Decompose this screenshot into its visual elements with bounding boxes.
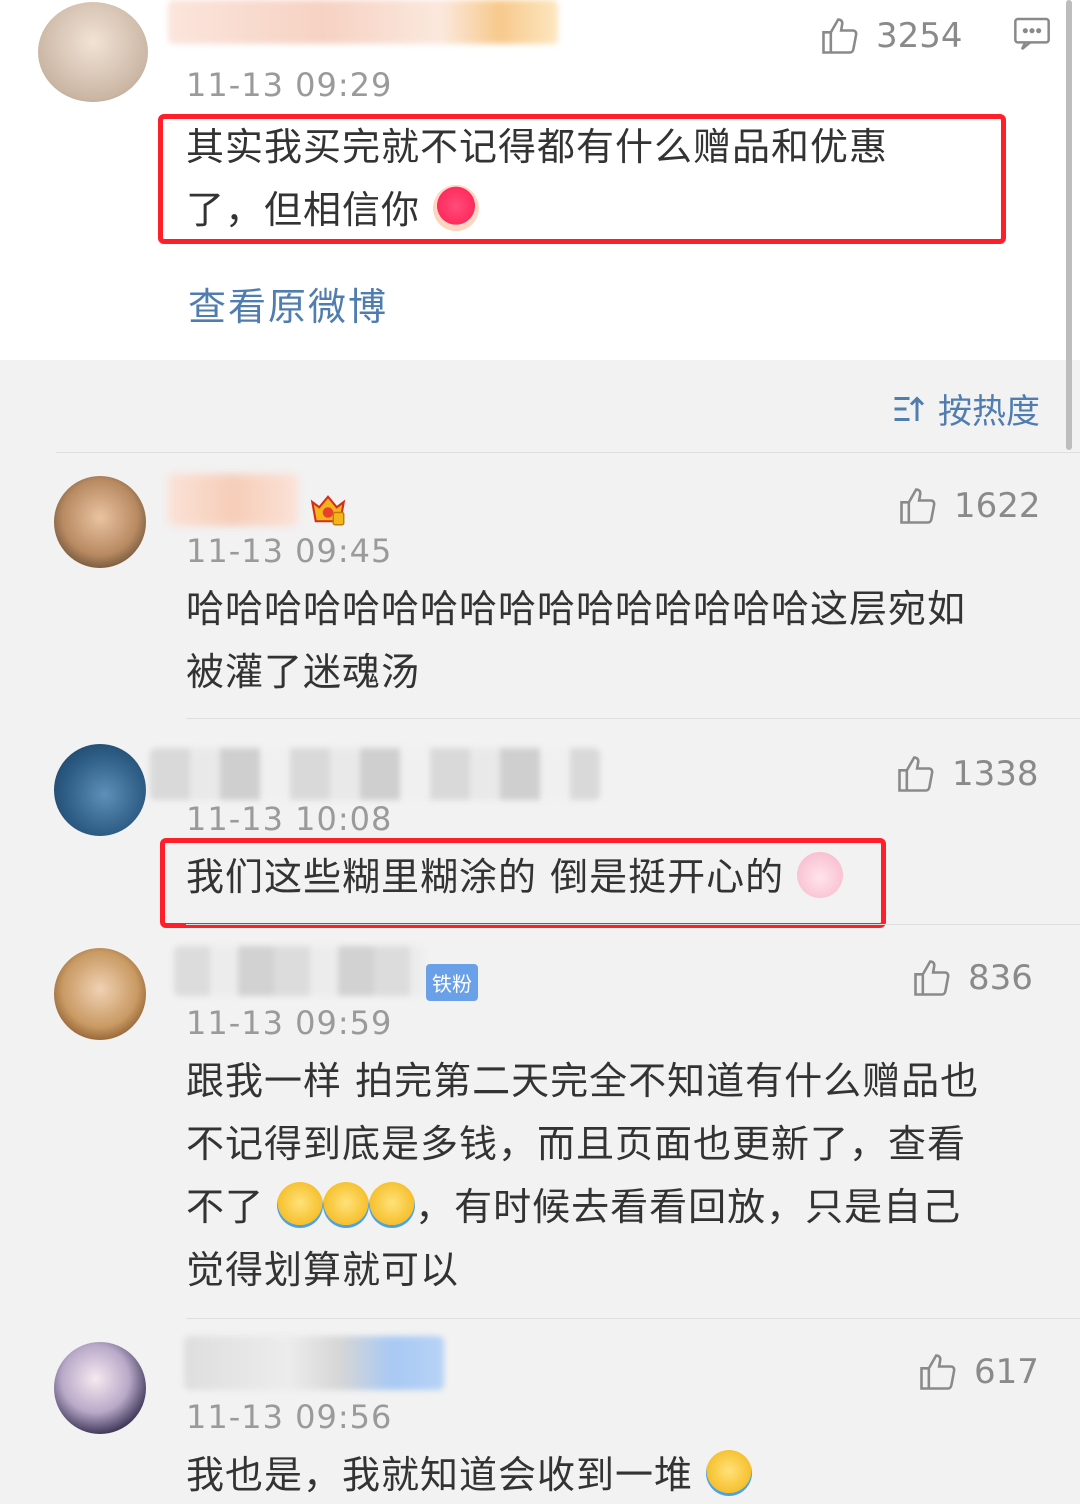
like-button[interactable]: 617 [916,1350,1039,1394]
comment-time: 11-13 10:08 [186,800,393,838]
thumbs-up-icon [900,488,936,524]
like-count: 1338 [952,754,1039,794]
comment-line: ，有时候去看看回放，只是自己 [415,1185,962,1229]
crown-badge-icon [310,495,346,526]
comment-line-with-emoji: 我也是，我就知道会收到一堆 [186,1444,753,1504]
comment-line: 哈哈哈哈哈哈哈哈哈哈哈哈哈哈哈哈这层宛如 [186,587,967,631]
thumbs-up-icon [898,756,934,792]
username-blurred[interactable] [150,748,600,800]
fan-badge: 铁粉 [426,964,478,1001]
comment-icon[interactable] [1012,14,1052,54]
comment-line: 我们这些糊里糊涂的 倒是挺开心的 [186,855,785,899]
bunny-emoji-icon [797,852,844,898]
scrollbar[interactable] [1066,0,1072,450]
comment-line: 觉得划算就可以 [186,1248,460,1292]
thumbs-up-icon [920,1354,956,1390]
comment-line-with-emoji: 我们这些糊里糊涂的 倒是挺开心的 [186,846,844,909]
comment-text: 哈哈哈哈哈哈哈哈哈哈哈哈哈哈哈哈这层宛如 被灌了迷魂汤 [186,578,966,704]
comment-text: 我们这些糊里糊涂的 倒是挺开心的 [186,846,844,909]
like-count: 3254 [876,16,963,56]
comment-line: 了，但相信你 [186,188,421,232]
sort-by-hot-button[interactable]: 按热度 [890,384,1040,433]
like-button[interactable]: 3254 [818,14,963,58]
divider [186,924,1080,925]
avatar[interactable] [38,2,148,102]
username-blurred[interactable] [184,1336,444,1390]
avatar[interactable] [54,744,146,836]
avatar[interactable] [54,948,146,1040]
like-button[interactable]: 836 [910,956,1033,1000]
comment-line: 跟我一样 拍完第二天完全不知道有什么赠品也 [186,1059,980,1103]
avatar[interactable] [54,1342,146,1434]
comment-text: 其实我买完就不记得都有什么赠品和优惠 了，但相信你 [186,116,888,242]
comment-text: 我也是，我就知道会收到一堆 [186,1444,753,1504]
laugh-cry-emoji-icon [706,1450,753,1496]
comment-time: 11-13 09:45 [186,532,393,570]
sort-icon [894,395,925,421]
divider [56,452,1080,453]
laugh-cry-emoji-icon [323,1182,370,1228]
avatar[interactable] [54,476,146,568]
username-blurred[interactable] [168,474,298,526]
like-count: 1622 [954,486,1041,526]
comment-line: 被灌了迷魂汤 [186,650,421,694]
like-button[interactable]: 1338 [894,752,1039,796]
heart-hands-emoji-icon [433,185,480,231]
thumbs-up-icon [822,18,858,54]
original-comment-card: 11-13 09:29 3254 其实我买完就不记得都有什么赠品和优惠 了，但相… [0,0,1080,360]
comment-line-with-emoji: 不了 ，有时候去看看回放，只是自己 [186,1176,979,1239]
view-original-link[interactable]: 查看原微博 [188,276,388,331]
comment-line: 不了 [186,1185,265,1229]
username-blurred[interactable] [168,0,558,44]
sort-label: 按热度 [938,392,1040,432]
divider [186,1318,1080,1319]
comment-line: 其实我买完就不记得都有什么赠品和优惠 [186,125,889,169]
comment-line-with-emoji: 了，但相信你 [186,179,888,242]
comment-time: 11-13 09:56 [186,1398,393,1436]
comment-line: 我也是，我就知道会收到一堆 [186,1453,694,1497]
comment-text: 跟我一样 拍完第二天完全不知道有什么赠品也 不记得到底是多钱，而且页面也更新了，… [186,1050,979,1302]
like-count: 617 [974,1352,1039,1392]
like-button[interactable]: 1622 [896,484,1041,528]
thumbs-up-icon [914,960,950,996]
username-blurred[interactable] [174,946,424,996]
comment-time: 11-13 09:59 [186,1004,393,1042]
divider [186,718,1080,719]
laugh-cry-emoji-icon [277,1182,324,1228]
comment-line: 不记得到底是多钱，而且页面也更新了，查看 [186,1122,967,1166]
comment-time: 11-13 09:29 [186,66,393,104]
like-count: 836 [968,958,1033,998]
laugh-cry-emoji-icon [369,1182,416,1228]
